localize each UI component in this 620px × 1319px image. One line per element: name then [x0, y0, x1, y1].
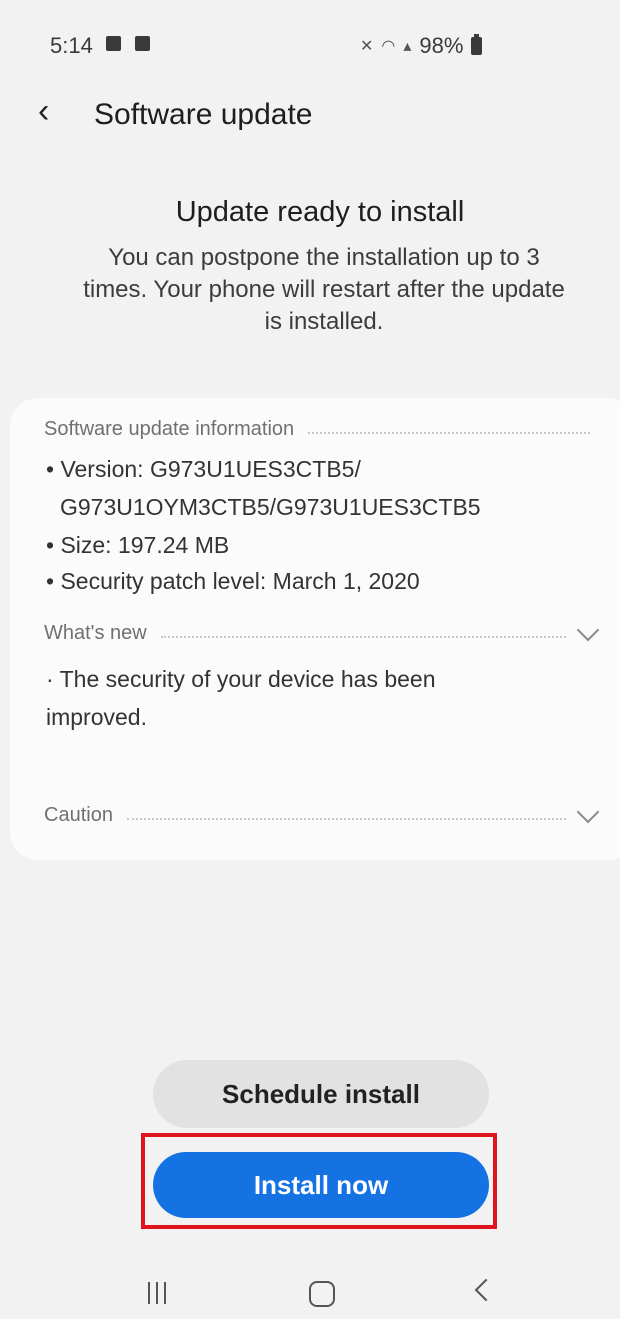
section-label: Software update information — [44, 418, 295, 440]
software-update-info-section: Software update information — [44, 418, 604, 441]
version-line-continued: G973U1OYM3CTB5/G973U1UES3CTB5 — [60, 494, 481, 520]
update-ready-heading: Update ready to install — [175, 196, 465, 228]
signal-icon: ▴ — [403, 38, 412, 55]
section-label: What's new — [44, 622, 147, 644]
app-bar: ‹ Software update — [0, 80, 620, 150]
recent-apps-icon[interactable] — [148, 1282, 166, 1304]
dotted-divider — [160, 635, 566, 638]
chevron-down-icon[interactable] — [576, 618, 600, 641]
back-arrow-icon[interactable]: ‹ — [38, 94, 49, 128]
checkbox-icon — [135, 36, 150, 51]
security-patch-line: • Security patch level: March 1, 2020 — [46, 568, 420, 594]
whats-new-text-line-2: improved. — [46, 704, 147, 730]
back-icon[interactable] — [474, 1278, 498, 1302]
version-line: • Version: G973U1UES3CTB5/ — [46, 456, 361, 482]
whats-new-section[interactable]: What's new — [44, 618, 604, 645]
description-line-2: times. Your phone will restart after the… — [83, 276, 565, 303]
section-label: Caution — [44, 804, 113, 826]
wifi-icon: ◠ — [381, 38, 396, 55]
battery-percent: 98% — [419, 33, 464, 58]
chevron-down-icon[interactable] — [576, 800, 600, 823]
description-line-1: You can postpone the installation up to … — [108, 244, 540, 271]
install-now-button[interactable]: Install now — [153, 1152, 489, 1218]
gallery-icon — [106, 36, 121, 51]
battery-icon — [471, 34, 483, 55]
page-title: Software update — [94, 98, 313, 131]
schedule-install-button[interactable]: Schedule install — [153, 1060, 489, 1128]
update-description: You can postpone the installation up to … — [46, 242, 602, 338]
dotted-divider — [308, 431, 590, 434]
mute-icon: ✕ — [360, 38, 374, 55]
caution-section[interactable]: Caution — [44, 800, 604, 827]
home-icon[interactable] — [309, 1281, 335, 1307]
dotted-divider — [126, 817, 566, 820]
status-time: 5:14 — [50, 33, 93, 58]
status-right-group: ✕ ◠ ▴ 98% — [360, 33, 483, 59]
update-info-card: Software update information • Version: G… — [10, 398, 620, 860]
whats-new-text-line-1: · The security of your device has been — [46, 666, 436, 692]
status-bar: 5:14 ✕ ◠ ▴ 98% — [0, 0, 620, 90]
size-line: • Size: 197.24 MB — [46, 532, 230, 558]
description-line-3: is installed. — [264, 308, 384, 335]
navigation-bar — [0, 1262, 620, 1319]
